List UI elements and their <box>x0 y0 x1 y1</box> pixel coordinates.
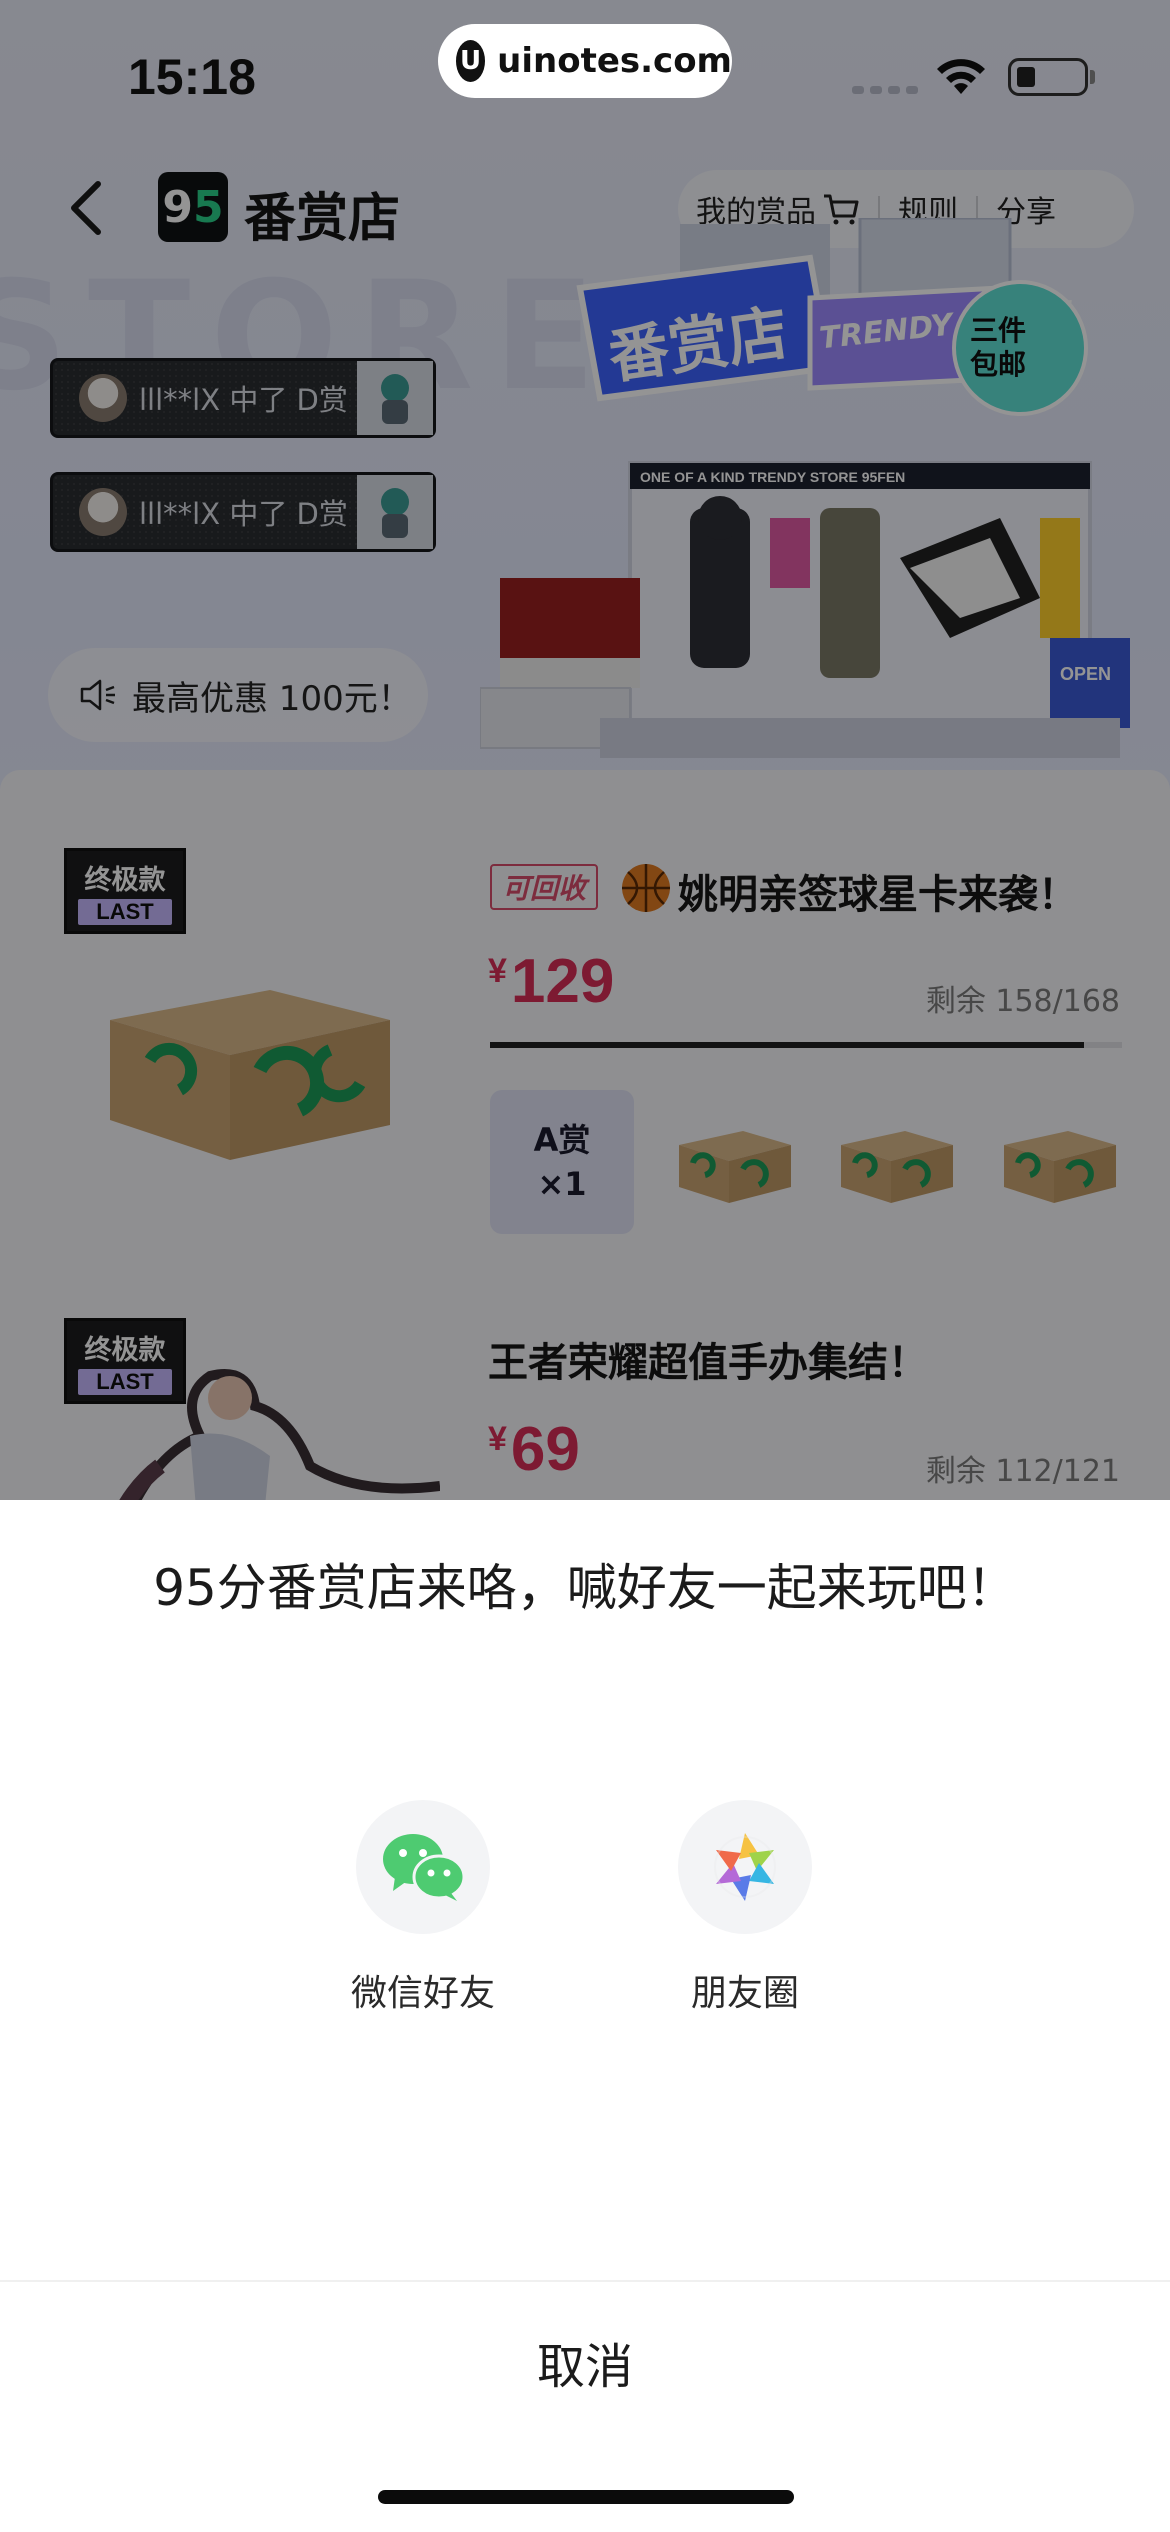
moments-icon-button[interactable] <box>678 1800 812 1934</box>
site-watermark: U uinotes.com <box>438 24 732 98</box>
share-wechat-friends[interactable]: 微信好友 <box>323 1800 523 2016</box>
share-option-label: 微信好友 <box>350 1973 495 2014</box>
wechat-icon <box>383 1834 465 1901</box>
watermark-text: uinotes.com <box>497 41 732 81</box>
cancel-button[interactable]: 取消 <box>0 2282 1170 2442</box>
watermark-logo: U <box>456 40 486 82</box>
wechat-icon-button[interactable] <box>356 1800 490 1934</box>
share-sheet-title: 95分番赏店来咯，喊好友一起来玩吧！ <box>153 1559 1017 1617</box>
home-indicator <box>378 2490 794 2504</box>
moments-icon <box>714 1833 776 1901</box>
share-sheet: 95分番赏店来咯，喊好友一起来玩吧！ 微信好友 朋友圈 取消 <box>0 1500 1170 2532</box>
share-option-label: 朋友圈 <box>690 1973 799 2014</box>
screen: STORE 15:18 95 番赏店 我的赏品 规则 分享 lll**lX 中了… <box>0 0 1170 2532</box>
modal-backdrop[interactable] <box>0 0 1170 1500</box>
share-moments[interactable]: 朋友圈 <box>645 1800 845 2016</box>
